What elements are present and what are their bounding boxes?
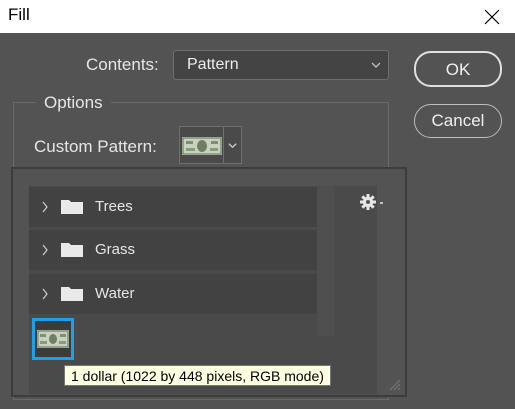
close-icon — [484, 9, 500, 24]
custom-pattern-picker[interactable] — [179, 126, 242, 164]
pattern-folder-trees[interactable]: Trees — [29, 187, 317, 227]
window-title: Fill — [8, 5, 30, 24]
cancel-button[interactable]: Cancel — [414, 104, 502, 138]
contents-select[interactable]: Pattern — [173, 50, 389, 80]
folder-name: Water — [95, 285, 135, 302]
list-scrollbar[interactable] — [317, 186, 335, 336]
title-bar: Fill — [0, 0, 515, 33]
chevron-right-icon — [42, 244, 48, 256]
chevron-down-icon — [228, 142, 237, 148]
folder-icon — [61, 243, 83, 257]
ok-button[interactable]: OK — [414, 51, 502, 87]
pattern-folder-water[interactable]: Water — [29, 274, 317, 314]
dollar-pattern-thumbnail — [37, 330, 69, 348]
gear-icon — [360, 194, 383, 210]
pattern-list[interactable]: Trees Grass Water — [29, 186, 377, 394]
close-button[interactable] — [469, 0, 515, 33]
dollar-pattern-thumbnail — [182, 137, 222, 155]
chevron-right-icon — [42, 201, 48, 213]
pattern-dropdown-toggle[interactable] — [223, 127, 241, 163]
pattern-settings-button[interactable] — [358, 193, 388, 213]
pattern-item-1-dollar[interactable] — [32, 318, 74, 360]
chevron-right-icon — [42, 288, 48, 300]
pattern-folder-grass[interactable]: Grass — [29, 230, 317, 270]
folder-name: Trees — [95, 198, 133, 215]
folder-name: Grass — [95, 241, 136, 258]
folder-icon — [61, 287, 83, 301]
custom-pattern-label: Custom Pattern: — [34, 137, 157, 156]
pattern-tooltip: 1 dollar (1022 by 448 pixels, RGB mode) — [64, 365, 331, 386]
chevron-down-icon — [371, 62, 381, 68]
options-legend: Options — [36, 93, 111, 113]
contents-value: Pattern — [187, 56, 239, 73]
pattern-picker-panel: Trees Grass Water — [11, 167, 407, 397]
contents-label: Contents: — [86, 55, 159, 74]
resize-grip-icon[interactable] — [387, 377, 401, 391]
folder-icon — [61, 200, 83, 214]
